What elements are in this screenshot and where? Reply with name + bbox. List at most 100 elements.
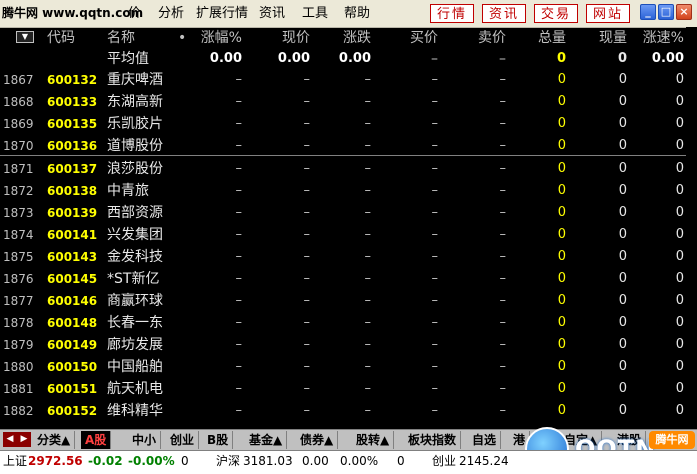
cell-change: – [364,249,372,264]
table-row[interactable]: 1877 600146 商赢环球 – – – – – 0 0 0 [0,290,686,312]
tab-item[interactable]: 自选 [468,431,502,449]
close-icon[interactable]: × [676,4,692,20]
header-code[interactable]: 代码 [47,27,75,49]
header-bid[interactable]: 买价 [394,27,438,49]
cell-change: – [364,183,372,198]
table-row[interactable]: 1881 600151 航天机电 – – – – – 0 0 0 [0,378,686,400]
tab-item[interactable]: 债券▲ [296,431,339,449]
header-price[interactable]: 现价 [266,27,310,49]
cell-speed: 0 [675,249,684,264]
cell-ask: – [499,315,507,330]
cell-ask: – [499,94,507,109]
cell-bid: – [431,161,439,176]
table-row[interactable]: 1870 600136 道博股份 – – – – – 0 0 0 [0,135,686,157]
sh-index-pct: -0.00% [128,454,175,468]
tab-item[interactable]: 自定▲ [560,431,603,449]
menu-tools[interactable]: 工具 [302,5,328,22]
cell-bid: – [431,381,439,396]
minimize-icon[interactable]: _ [640,4,656,20]
cell-speed: 0 [675,227,684,242]
cell-change-pct: – [235,315,243,330]
sort-dropdown-icon[interactable]: ▼ [16,31,34,43]
trade-button[interactable]: 交易 [534,4,578,23]
cell-bid: – [431,249,439,264]
cell-change: – [364,359,372,374]
table-row[interactable]: 1871 600137 浪莎股份 – – – – – 0 0 0 [0,158,686,180]
table-row[interactable]: 1873 600139 西部资源 – – – – – 0 0 0 [0,202,686,224]
tab-scroll-left-icon[interactable]: ◀ [3,432,17,447]
average-speed: 0.00 [651,51,684,66]
stock-code: 600141 [47,228,98,242]
header-volume[interactable]: 总量 [522,27,566,49]
header-ask[interactable]: 卖价 [462,27,506,49]
cell-price: – [303,315,311,330]
quotes-button[interactable]: 行情 [430,4,474,23]
stock-code: 600138 [47,184,98,198]
cell-cur-volume: 0 [618,315,627,330]
stock-code: 600145 [47,272,98,286]
menu-price[interactable]: 价 [128,5,141,22]
tab-item[interactable]: 创业 [166,431,200,449]
header-current-volume[interactable]: 现量 [583,27,627,49]
average-change: 0.00 [338,51,371,66]
cell-cur-volume: 0 [618,116,627,131]
cell-volume: 0 [557,381,566,396]
table-row[interactable]: 1869 600135 乐凯胶片 – – – – – 0 0 0 [0,113,686,135]
stock-code: 600139 [47,206,98,220]
table-row[interactable]: 1868 600133 东湖高新 – – – – – 0 0 0 [0,91,686,113]
website-button[interactable]: 网站 [586,4,630,23]
menu-help[interactable]: 帮助 [344,5,370,22]
quote-table: ▼ 代码 名称 • 涨幅% 现价 涨跌 买价 卖价 总量 现量 涨速% 平均值 … [0,27,697,429]
cell-change: – [364,315,372,330]
menu-news[interactable]: 资讯 [259,5,285,22]
cell-volume: 0 [557,403,566,418]
table-row[interactable]: 1867 600132 重庆啤酒 – – – – – 0 0 0 [0,69,686,91]
header-dot: • [178,30,187,46]
table-row[interactable]: 1879 600149 廊坊发展 – – – – – 0 0 0 [0,334,686,356]
stock-name: 中国船舶 [107,359,163,375]
cell-change: – [364,161,372,176]
news-button[interactable]: 资讯 [482,4,526,23]
header-change-pct[interactable]: 涨幅% [196,27,242,49]
cell-price: – [303,271,311,286]
tab-item[interactable]: B股 [203,431,234,449]
cell-cur-volume: 0 [618,138,627,153]
tab-scroll-right-icon[interactable]: ▶ [17,432,31,447]
tab-item[interactable]: 基金▲ [245,431,288,449]
table-row[interactable]: 1878 600148 长春一东 – – – – – 0 0 0 [0,312,686,334]
row-index: 1871 [3,162,34,176]
cell-price: – [303,72,311,87]
row-index: 1880 [3,360,34,374]
stock-code: 600148 [47,316,98,330]
table-row[interactable]: 1872 600138 中青旅 – – – – – 0 0 0 [0,180,686,202]
tab-item[interactable]: 港股 [613,431,647,449]
hs-index-value: 3181.03 [243,454,293,468]
menu-extended-quotes[interactable]: 扩展行情 [196,5,248,22]
table-row[interactable]: 1874 600141 兴发集团 – – – – – 0 0 0 [0,224,686,246]
scrollbar[interactable] [686,27,697,429]
cell-change-pct: – [235,403,243,418]
maximize-icon[interactable]: □ [658,4,674,20]
table-row[interactable]: 1882 600152 维科精华 – – – – – 0 0 0 [0,400,686,422]
tab-item[interactable]: 股转▲ [352,431,395,449]
tab-item[interactable]: 板块指数 [404,431,462,449]
average-label: 平均值 [107,51,149,67]
row-index: 1875 [3,250,34,264]
header-speed[interactable]: 涨速% [634,27,684,49]
table-row[interactable]: 1876 600145 *ST新亿 – – – – – 0 0 0 [0,268,686,290]
header-change[interactable]: 涨跌 [327,27,371,49]
header-name[interactable]: 名称 [107,27,135,49]
tab-item[interactable]: A股 [81,431,112,449]
table-row[interactable]: 1880 600150 中国船舶 – – – – – 0 0 0 [0,356,686,378]
tab-item[interactable]: 中小 [128,431,162,449]
table-row[interactable]: 1875 600143 金发科技 – – – – – 0 0 0 [0,246,686,268]
cell-cur-volume: 0 [618,293,627,308]
menu-analysis[interactable]: 分析 [158,5,184,22]
cell-volume: 0 [557,293,566,308]
tab-item[interactable]: 港 [509,431,531,449]
stock-code: 600146 [47,294,98,308]
cell-price: – [303,138,311,153]
cell-price: – [303,116,311,131]
average-ask: – [499,51,506,67]
tab-item[interactable]: 分类▲ [33,431,76,449]
